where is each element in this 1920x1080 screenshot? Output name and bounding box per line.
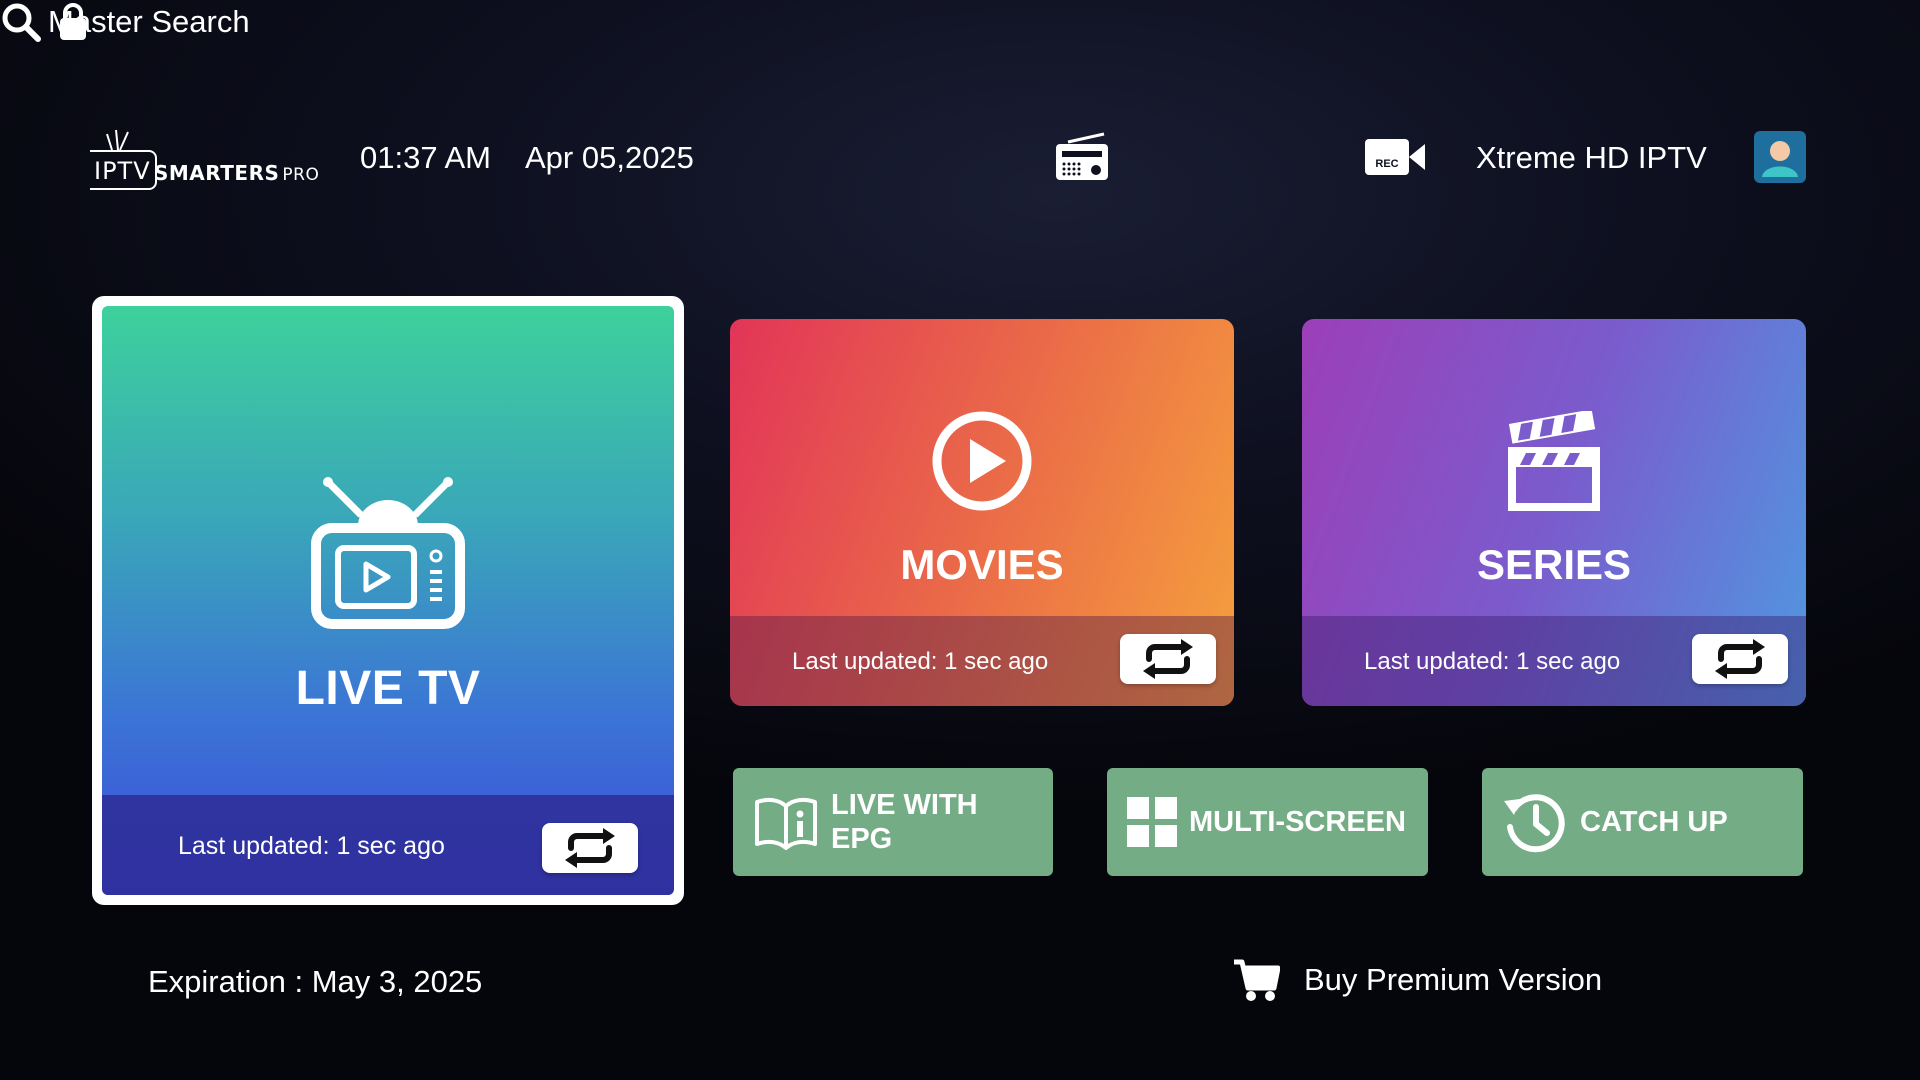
refresh-icon <box>1715 639 1765 679</box>
expiration-date: Expiration : May 3, 2025 <box>148 964 483 999</box>
clapperboard-icon <box>1508 409 1600 511</box>
buy-premium-label: Buy Premium Version <box>1304 962 1603 997</box>
clock-date: Apr 05,2025 <box>525 140 694 175</box>
movies-tile[interactable]: MOVIES Last updated: 1 sec ago <box>730 319 1234 706</box>
movies-footer: Last updated: 1 sec ago <box>730 616 1234 706</box>
play-circle-icon <box>932 411 1032 511</box>
series-updated: Last updated: 1 sec ago <box>1364 648 1621 675</box>
record-camera-icon: REC <box>1365 139 1425 175</box>
shopping-cart-icon <box>1234 959 1280 1001</box>
live-tv-tile[interactable]: LIVE TV Last updated: 1 sec ago <box>92 296 684 905</box>
live-with-epg-label: LIVE WITH EPG <box>831 789 978 855</box>
logo-smarters-text: SMARTERS PRO <box>154 161 319 185</box>
buy-premium-button[interactable]: Buy Premium Version <box>1232 958 1602 1002</box>
series-tile[interactable]: SERIES Last updated: 1 sec ago <box>1302 319 1806 706</box>
live-tv-title: LIVE TV <box>295 662 481 715</box>
profile-avatar-button[interactable] <box>1754 131 1806 183</box>
movies-title: MOVIES <box>900 541 1064 588</box>
refresh-icon <box>565 828 615 868</box>
avatar-icon <box>1762 141 1798 177</box>
radio-icon <box>1056 132 1108 180</box>
radio-button[interactable] <box>1054 132 1110 187</box>
catch-up-button[interactable]: CATCH UP <box>1482 768 1803 876</box>
live-with-epg-button[interactable]: LIVE WITH EPG <box>733 768 1053 876</box>
home-screen: IPTV SMARTERS PRO 01:37 AM Apr 05,2025 Ma… <box>0 0 1920 1080</box>
movies-refresh-button[interactable] <box>1120 634 1216 684</box>
svg-text:REC: REC <box>1375 158 1398 170</box>
movies-icon-wrap <box>930 409 1034 518</box>
recordings-button[interactable]: REC <box>1364 138 1426 181</box>
series-footer: Last updated: 1 sec ago <box>1302 616 1806 706</box>
logo-pro-word: PRO <box>282 165 320 185</box>
grid-icon <box>1127 797 1177 847</box>
live-tv-icon-wrap <box>308 466 468 641</box>
tv-icon <box>311 477 465 629</box>
history-icon <box>1504 794 1565 853</box>
refresh-icon <box>1143 639 1193 679</box>
logo-iptv-text: IPTV <box>90 150 157 190</box>
lock-icon <box>60 3 86 40</box>
series-refresh-button[interactable] <box>1692 634 1788 684</box>
app-logo: IPTV SMARTERS PRO <box>88 128 328 198</box>
master-search-button[interactable]: Master Search <box>0 0 1920 44</box>
series-title: SERIES <box>1476 541 1632 588</box>
multi-screen-button[interactable]: MULTI-SCREEN <box>1107 768 1428 876</box>
book-info-icon <box>755 797 817 850</box>
provider-name[interactable]: Xtreme HD IPTV <box>1476 140 1707 176</box>
multi-screen-label: MULTI-SCREEN <box>1189 806 1406 838</box>
live-tv-updated: Last updated: 1 sec ago <box>178 832 445 860</box>
logo-smarters-word: SMARTERS <box>154 161 280 185</box>
clock-time: 01:37 AM <box>360 140 491 175</box>
live-tv-footer: Last updated: 1 sec ago <box>102 795 674 895</box>
series-icon-wrap <box>1502 409 1606 520</box>
live-tv-tile-body: LIVE TV Last updated: 1 sec ago <box>102 306 674 895</box>
catch-up-label: CATCH UP <box>1580 806 1728 838</box>
logo-antenna-icon <box>106 129 129 151</box>
live-tv-refresh-button[interactable] <box>542 823 638 873</box>
search-icon <box>2 3 41 42</box>
movies-updated: Last updated: 1 sec ago <box>792 648 1049 675</box>
